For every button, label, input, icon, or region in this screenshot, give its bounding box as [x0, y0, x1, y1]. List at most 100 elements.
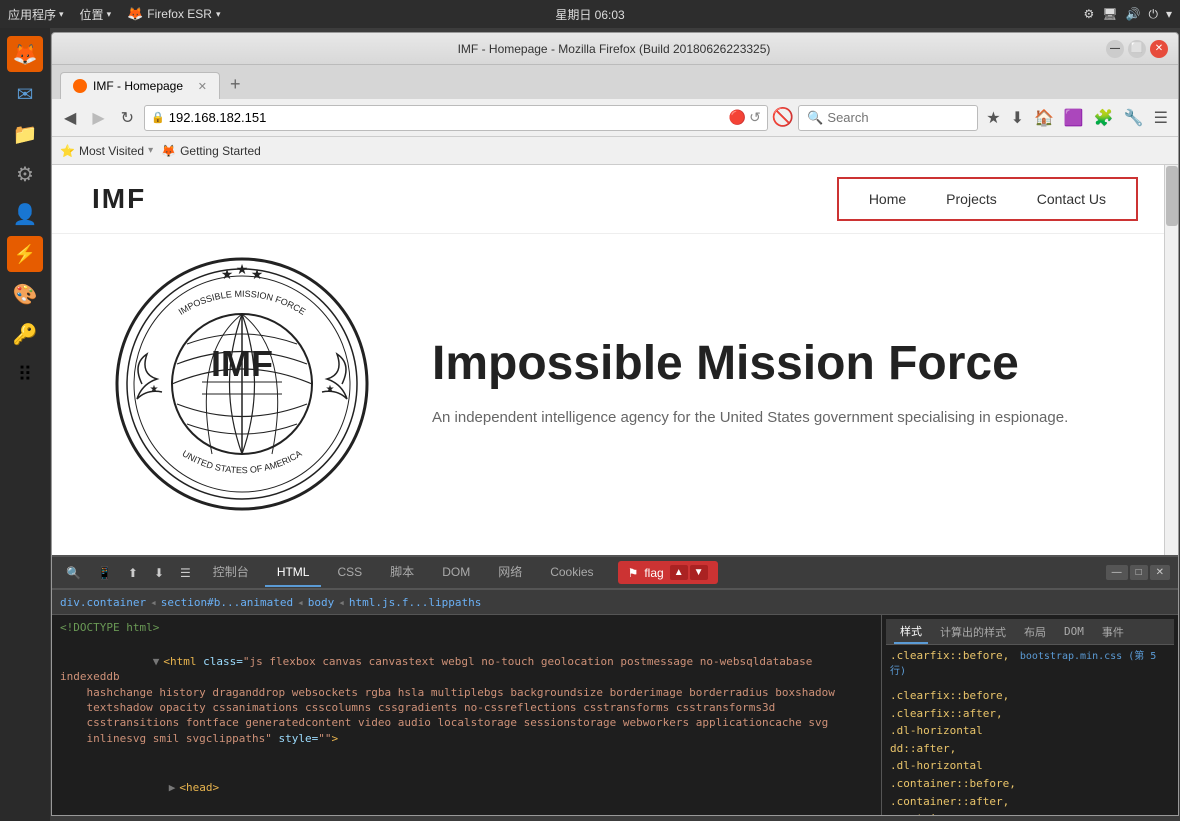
maximize-button[interactable]: ⬜ [1128, 40, 1146, 58]
imf-title: Impossible Mission Force [432, 338, 1118, 391]
devtools-collapse2[interactable]: □ [1130, 565, 1148, 580]
breadcrumb-item2[interactable]: section#b...animated [161, 596, 293, 609]
app-menu[interactable]: 应用程序 ▾ [8, 6, 64, 23]
extension1-icon[interactable]: 🧩 [1090, 106, 1118, 130]
breadcrumb-sep3: ◂ [338, 596, 345, 609]
search-input[interactable] [827, 110, 967, 125]
sidebar-icon-settings[interactable]: ⚙ [7, 156, 43, 192]
devtools-pick-btn[interactable]: ⬆ [122, 562, 144, 584]
flag-arrows: ▲ ▼ [670, 565, 708, 580]
scroll-thumb[interactable] [1166, 166, 1178, 226]
scrollbar[interactable] [1164, 165, 1178, 555]
power-arrow: ▾ [1166, 7, 1172, 21]
devtools-tab-console[interactable]: 控制台 [201, 557, 261, 588]
devtools-tab-cookies[interactable]: Cookies [538, 559, 605, 587]
reload-button[interactable]: ↻ [115, 104, 140, 132]
css-rules-list: .clearfix::before, .clearfix::after, .dl… [886, 685, 1174, 815]
address-icons: 🔴 ↺ [729, 109, 761, 126]
address-input[interactable] [169, 110, 725, 125]
pocket-icon[interactable]: 🟪 [1060, 106, 1088, 130]
css-line5: .dl-horizontal [890, 757, 1170, 775]
sidebar-icon-user[interactable]: 👤 [7, 196, 43, 232]
devtools-tab-css[interactable]: CSS [325, 559, 374, 587]
flag-icon: ⚑ [628, 566, 639, 580]
bookmark-star-icon[interactable]: ★ [982, 106, 1004, 130]
app-menu-arrow: ▾ [59, 9, 64, 20]
location-menu[interactable]: 位置 ▾ [80, 6, 112, 23]
flag-up-btn[interactable]: ▲ [670, 565, 688, 580]
html-panel[interactable]: <!DOCTYPE html> ▼<html class="js flexbox… [52, 615, 882, 815]
devtools-tab-html[interactable]: HTML [265, 559, 322, 587]
html-head-expand[interactable]: ▶ [169, 781, 176, 794]
bookmark-most-visited[interactable]: ⭐ Most Visited ▾ [60, 144, 153, 158]
styles-tab-events[interactable]: 事件 [1096, 621, 1130, 643]
styles-tab-dom[interactable]: DOM [1058, 622, 1090, 641]
sidebar-icon-firefox[interactable]: 🦊 [7, 36, 43, 72]
network-icon: ⚙ [1084, 7, 1095, 21]
forward-button[interactable]: ▶ [86, 104, 110, 132]
new-tab-button[interactable]: + [222, 70, 249, 99]
ubuntu-icon: 🔴 [729, 109, 746, 126]
tab-title: IMF - Homepage [93, 79, 183, 93]
css-line3: .dl-horizontal [890, 722, 1170, 740]
devtools-tab-network[interactable]: 网络 [486, 557, 534, 588]
styles-tab-computed[interactable]: 计算出的样式 [934, 621, 1012, 643]
toolbar-icons: ★ ⬇ 🏠 🟪 🧩 🔧 ☰ [982, 106, 1172, 130]
refresh-icon[interactable]: ↺ [749, 109, 761, 126]
sidebar-icon-orange[interactable]: ⚡ [7, 236, 43, 272]
title-bar: IMF - Homepage - Mozilla Firefox (Build … [52, 33, 1178, 65]
devtools-tab-dom[interactable]: DOM [430, 559, 482, 587]
sidebar-icon-mail[interactable]: ✉ [7, 76, 43, 112]
nav-home[interactable]: Home [869, 191, 906, 207]
devtools-panel: 🔍 📱 ⬆ ⬇ ☰ 控制台 HTML CSS 脚本 DOM 网络 Cookies… [52, 555, 1178, 815]
devtools-close[interactable]: ✕ [1150, 565, 1170, 580]
navigation-bar: ◀ ▶ ↻ 🔒 🔴 ↺ 🚫 🔍 ★ ⬇ [52, 99, 1178, 137]
back-button[interactable]: ◀ [58, 104, 82, 132]
devtools-responsive-btn[interactable]: 📱 [91, 562, 118, 584]
browser-content: IMF Home Projects Contact Us [52, 165, 1178, 555]
tab-imf-homepage[interactable]: IMF - Homepage ✕ [60, 72, 220, 99]
devtools-menu-btn[interactable]: ☰ [174, 562, 197, 584]
devtools-body: <!DOCTYPE html> ▼<html class="js flexbox… [52, 615, 1178, 815]
breadcrumb-item3[interactable]: body [308, 596, 335, 609]
styles-tab-layout[interactable]: 布局 [1018, 621, 1052, 643]
bookmark-getting-started[interactable]: 🦊 Getting Started [161, 144, 261, 158]
tab-favicon [73, 79, 87, 93]
close-button[interactable]: ✕ [1150, 40, 1168, 58]
flag-down-btn[interactable]: ▼ [690, 565, 708, 580]
save-page-icon[interactable]: ⬇ [1007, 106, 1028, 130]
sidebar-icon-colors[interactable]: 🎨 [7, 276, 43, 312]
devtools-inspect-btn[interactable]: 🔍 [60, 562, 87, 584]
home-icon[interactable]: 🏠 [1030, 106, 1058, 130]
address-bar[interactable]: 🔒 🔴 ↺ [144, 105, 768, 131]
css-line6: .container::before, [890, 775, 1170, 793]
breadcrumb-sep1: ◂ [150, 596, 157, 609]
extension2-icon[interactable]: 🔧 [1120, 106, 1148, 130]
devtools-chevron-btn[interactable]: ⬇ [148, 562, 170, 584]
os-sidebar: 🦊 ✉ 📁 ⚙ 👤 ⚡ 🎨 🔑 ⠿ [0, 28, 50, 821]
mail-icon: ✉ [17, 82, 34, 107]
sidebar-icon-security[interactable]: 🔑 [7, 316, 43, 352]
imf-navigation: Home Projects Contact Us [837, 177, 1138, 221]
shield-icon: 🔑 [13, 322, 38, 347]
firefox-menu[interactable]: 🦊 Firefox ESR ▾ [127, 6, 220, 22]
breadcrumb-item4[interactable]: html.js.f...lippaths [349, 596, 481, 609]
sidebar-icon-files[interactable]: 📁 [7, 116, 43, 152]
devtools-collapse1[interactable]: — [1106, 565, 1128, 580]
breadcrumb-item1[interactable]: div.container [60, 596, 146, 609]
sidebar-icon-apps[interactable]: ⠿ [7, 356, 43, 392]
imf-header: IMF Home Projects Contact Us [52, 165, 1178, 234]
nav-contact[interactable]: Contact Us [1037, 191, 1106, 207]
content-area: IMF - Homepage - Mozilla Firefox (Build … [50, 28, 1180, 821]
tab-close-button[interactable]: ✕ [198, 80, 207, 93]
html-expand1[interactable]: ▼ [153, 655, 160, 668]
search-icon: 🔍 [807, 110, 823, 126]
nav-projects[interactable]: Projects [946, 191, 997, 207]
devtools-tab-scripts[interactable]: 脚本 [378, 557, 426, 588]
styles-tab-styles[interactable]: 样式 [894, 620, 928, 644]
search-bar[interactable]: 🔍 [798, 105, 978, 131]
devtools-breadcrumb: div.container ◂ section#b...animated ◂ b… [52, 589, 1178, 615]
menu-icon[interactable]: ☰ [1150, 106, 1172, 130]
location-arrow: ▾ [107, 9, 112, 20]
minimize-button[interactable]: — [1106, 40, 1124, 58]
